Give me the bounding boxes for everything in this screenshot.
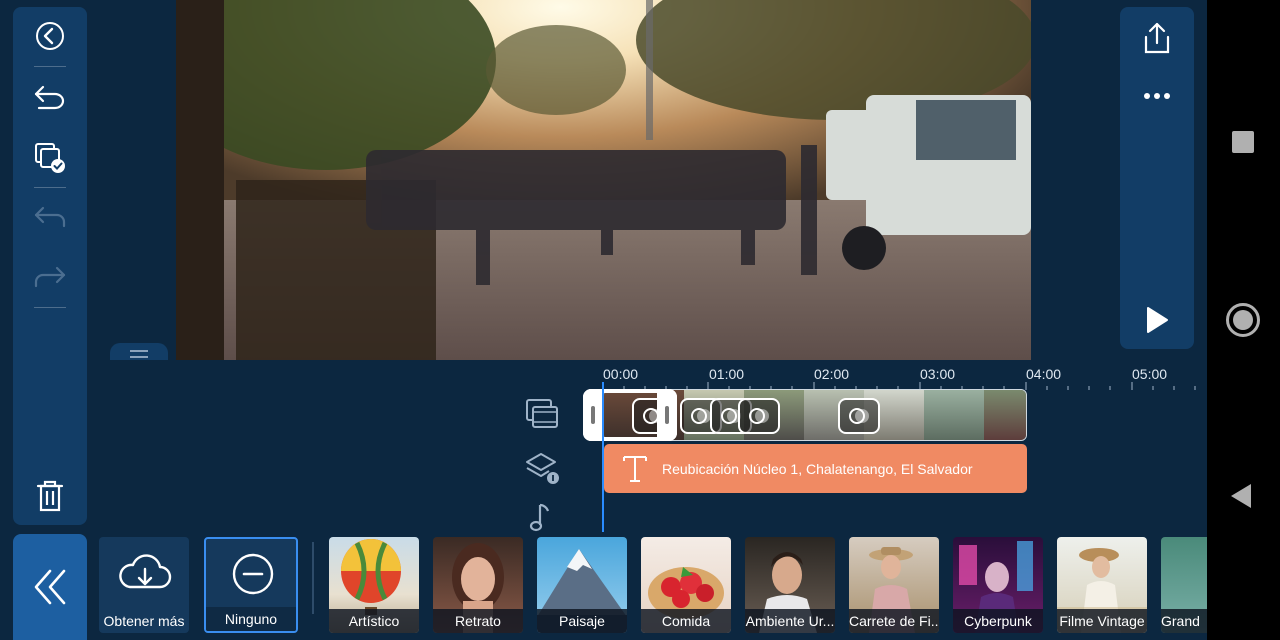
filter-label: Obtener más — [103, 613, 185, 629]
divider — [34, 187, 66, 188]
ruler-label: 00:00 — [603, 366, 639, 382]
cloud-download-icon — [119, 554, 172, 589]
filter-cyberpunk[interactable]: Cyberpunk — [953, 537, 1043, 633]
trim-handle-left[interactable] — [583, 389, 603, 441]
undo-arrow-icon — [34, 206, 66, 228]
redo-button[interactable] — [13, 253, 87, 303]
transition-icon[interactable] — [838, 398, 880, 434]
filter-landscape[interactable]: Paisaje — [537, 537, 627, 633]
text-t-icon — [623, 455, 647, 482]
filter-none[interactable]: Ninguno — [204, 537, 298, 633]
ruler-label: 02:00 — [814, 366, 850, 382]
redo-arrow-icon — [34, 266, 66, 288]
right-toolbar — [1120, 7, 1194, 349]
layers-icon — [526, 453, 559, 484]
trash-icon — [36, 480, 64, 512]
filter-divider — [312, 542, 314, 614]
delete-button[interactable] — [13, 471, 87, 521]
filter-label: Comida — [641, 609, 731, 633]
filter-label: Ambiente Ur... — [745, 609, 835, 633]
overlay-track-icon[interactable] — [522, 450, 562, 486]
ruler-label: 05:00 — [1132, 366, 1168, 382]
ruler-label: 04:00 — [1026, 366, 1062, 382]
back-button[interactable] — [13, 11, 87, 61]
system-navigation-bar — [1207, 0, 1280, 640]
filter-label: Ninguno — [206, 607, 296, 631]
get-more-filters-button[interactable]: Obtener más — [99, 537, 189, 633]
ruler-label: 03:00 — [920, 366, 956, 382]
undo-button[interactable] — [13, 193, 87, 243]
left-toolbar — [13, 7, 87, 525]
undo-icon — [34, 85, 65, 110]
undo-to-start-button[interactable] — [13, 73, 87, 123]
filter-label: Carrete de Fi... — [849, 609, 939, 633]
video-preview[interactable] — [176, 0, 1031, 360]
filter-label: Artístico — [329, 609, 419, 633]
audio-track-icon[interactable] — [522, 500, 562, 532]
play-button[interactable] — [1120, 295, 1194, 345]
copy-check-icon — [35, 143, 65, 173]
filter-portrait[interactable]: Retrato — [433, 537, 523, 633]
text-clip[interactable]: Reubicación Núcleo 1, Chalatenango, El S… — [604, 444, 1027, 493]
more-button[interactable] — [1120, 71, 1194, 121]
ruler-label: 01:00 — [709, 366, 745, 382]
filter-artistic[interactable]: Artístico — [329, 537, 419, 633]
trim-handle-right[interactable] — [657, 389, 677, 441]
divider — [34, 307, 66, 308]
filter-label: Cyberpunk — [953, 609, 1043, 633]
collapse-panel-button[interactable] — [13, 534, 87, 640]
filter-urban-ambience[interactable]: Ambiente Ur... — [745, 537, 835, 633]
filter-label: Paisaje — [537, 609, 627, 633]
film-clips-icon — [526, 399, 558, 428]
divider — [34, 66, 66, 67]
home-icon[interactable] — [1226, 303, 1260, 337]
double-chevron-left-icon — [34, 569, 66, 605]
video-track-icon[interactable] — [522, 396, 562, 432]
back-circle-icon — [36, 22, 64, 50]
filter-film-reel[interactable]: Carrete de Fi... — [849, 537, 939, 633]
playhead[interactable] — [602, 382, 604, 532]
music-note-icon — [529, 503, 550, 532]
none-minus-circle-icon — [232, 553, 274, 595]
filter-vintage-film[interactable]: Filme Vintage — [1057, 537, 1147, 633]
share-upload-icon — [1144, 22, 1170, 54]
play-icon — [1147, 307, 1168, 333]
recents-icon[interactable] — [1232, 131, 1254, 153]
filter-label: Filme Vintage — [1057, 609, 1147, 633]
export-button[interactable] — [1120, 13, 1194, 63]
filter-label: Grand — [1161, 609, 1207, 633]
video-frame-image — [176, 0, 1031, 360]
copy-apply-button[interactable] — [13, 133, 87, 183]
video-editor: 00:00 01:00 02:00 03:00 04:00 05:00 Reub… — [0, 0, 1280, 640]
more-dots-icon — [1144, 93, 1170, 99]
filter-food[interactable]: Comida — [641, 537, 731, 633]
filter-grand[interactable]: Grand — [1161, 537, 1207, 633]
back-nav-icon[interactable] — [1231, 484, 1251, 508]
filter-label: Retrato — [433, 609, 523, 633]
handle-lines-icon — [130, 350, 148, 358]
text-clip-label: Reubicación Núcleo 1, Chalatenango, El S… — [662, 460, 973, 477]
transition-icon[interactable] — [738, 398, 780, 434]
